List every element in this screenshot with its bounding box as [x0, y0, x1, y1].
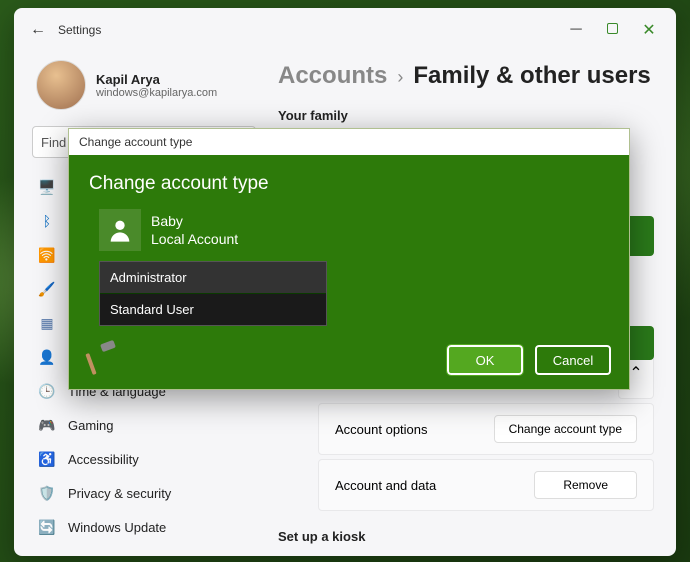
account-options-row: Account options Change account type	[318, 403, 654, 455]
hammer-icon	[83, 339, 123, 379]
account-type-dropdown[interactable]: Administrator Standard User	[99, 261, 327, 326]
profile-name: Kapil Arya	[96, 72, 217, 87]
maximize-button[interactable]	[607, 23, 618, 34]
profile-avatar	[36, 60, 86, 110]
sidebar-item-privacy[interactable]: 🛡️ Privacy & security	[32, 476, 256, 510]
dialog-titlebar: Change account type	[69, 129, 629, 155]
breadcrumb-current: Family & other users	[413, 62, 650, 90]
time-icon: 🕒	[38, 382, 56, 400]
back-button[interactable]: ←	[18, 21, 58, 39]
close-button[interactable]: ✕	[642, 23, 656, 37]
section-heading-family: Your family	[278, 108, 654, 123]
apps-icon: ▦	[38, 314, 56, 332]
titlebar: ← Settings ─ ✕	[14, 8, 676, 52]
chevron-right-icon: ›	[397, 67, 403, 88]
system-icon: 🖥️	[38, 178, 56, 196]
account-data-label: Account and data	[335, 478, 436, 493]
minimize-button[interactable]: ─	[569, 23, 583, 37]
dialog-heading: Change account type	[89, 173, 609, 195]
profile-block[interactable]: Kapil Arya windows@kapilarya.com	[32, 52, 256, 126]
dialog-user-type: Local Account	[151, 230, 238, 248]
person-icon	[99, 209, 141, 251]
window-title: Settings	[58, 23, 101, 37]
sidebar-item-update[interactable]: 🔄 Windows Update	[32, 510, 256, 544]
remove-button[interactable]: Remove	[534, 471, 637, 499]
profile-email: windows@kapilarya.com	[96, 87, 217, 99]
accounts-icon: 👤	[38, 348, 56, 366]
gaming-icon: 🎮	[38, 416, 56, 434]
sidebar-item-label: Privacy & security	[68, 486, 171, 501]
account-options-label: Account options	[335, 422, 428, 437]
account-data-row: Account and data Remove	[318, 459, 654, 511]
dropdown-option-standard[interactable]: Standard User	[100, 293, 326, 325]
dialog-user-name: Baby	[151, 212, 238, 230]
bluetooth-icon: ᛒ	[38, 212, 56, 230]
dialog-account-info: Baby Local Account	[99, 209, 609, 251]
network-icon: 🛜	[38, 246, 56, 264]
sidebar-item-label: Windows Update	[68, 520, 166, 535]
personalization-icon: 🖌️	[38, 280, 56, 298]
breadcrumb: Accounts › Family & other users	[278, 62, 654, 90]
sidebar-item-accessibility[interactable]: ♿ Accessibility	[32, 442, 256, 476]
breadcrumb-parent[interactable]: Accounts	[278, 62, 387, 90]
sidebar-item-gaming[interactable]: 🎮 Gaming	[32, 408, 256, 442]
section-heading-kiosk: Set up a kiosk	[278, 529, 654, 544]
sidebar-item-label: Gaming	[68, 418, 114, 433]
cancel-button[interactable]: Cancel	[535, 345, 611, 375]
privacy-icon: 🛡️	[38, 484, 56, 502]
dropdown-option-administrator[interactable]: Administrator	[100, 262, 326, 293]
sidebar-item-label: Accessibility	[68, 452, 139, 467]
update-icon: 🔄	[38, 518, 56, 536]
change-account-type-dialog: Change account type Change account type …	[68, 128, 630, 390]
change-account-type-button[interactable]: Change account type	[494, 415, 637, 443]
ok-button[interactable]: OK	[447, 345, 523, 375]
accessibility-icon: ♿	[38, 450, 56, 468]
